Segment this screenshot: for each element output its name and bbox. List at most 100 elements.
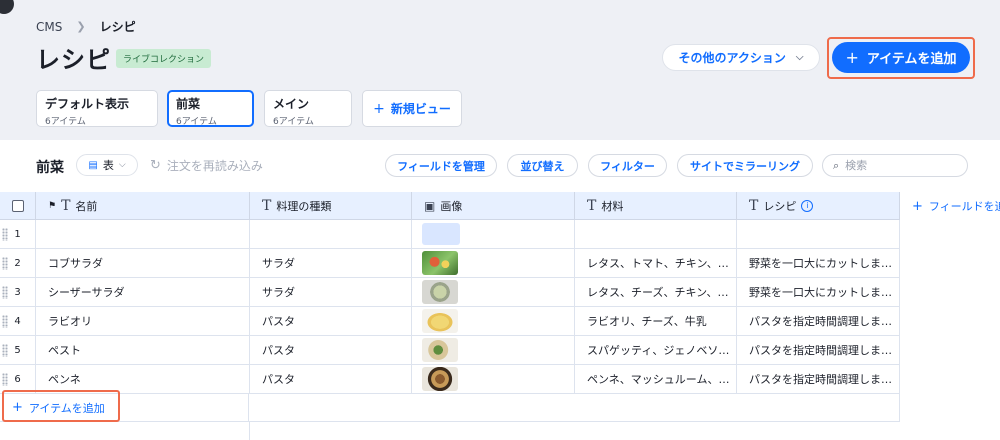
view-card-appetizer[interactable]: 前菜 6アイテム [167,90,254,127]
cell-name[interactable]: ペスト [36,336,250,365]
row-number: 1 [0,220,36,249]
image-icon: ▣ [424,198,436,213]
plus-icon: + [845,48,859,67]
column-header-recipe[interactable]: T レシピ i [737,192,900,220]
table-row[interactable]: 6 ペンネ パスタ ペンネ、マッシュルーム、… パスタを指定時間調理しま… [0,365,900,394]
new-view-button[interactable]: + 新規ビュー [362,90,462,127]
cell-type[interactable] [250,220,412,249]
plus-icon: + [373,100,385,117]
cell-name[interactable]: シーザーサラダ [36,278,250,307]
cell-recipe[interactable]: パスタを指定時間調理しま… [737,336,900,365]
cell-ingredients[interactable]: ペンネ、マッシュルーム、… [575,365,737,394]
cell-recipe[interactable]: パスタを指定時間調理しま… [737,307,900,336]
row-number: 2 [0,249,36,278]
text-type-icon: T [587,197,597,214]
cell-image[interactable] [412,278,575,307]
highlight-frame [2,390,120,422]
cell-ingredients[interactable]: ラビオリ、チーズ、牛乳 [575,307,737,336]
view-name: メイン [273,97,310,111]
table-row[interactable]: 3 シーザーサラダ サラダ レタス、チーズ、チキン、… 野菜を一口大にカットしま… [0,278,900,307]
refresh-icon: ↻ [150,158,161,173]
view-mode-dropdown[interactable]: ▤ 表 ⌵ [76,154,138,176]
cell-type[interactable]: パスタ [250,336,412,365]
filter-button[interactable]: フィルター [588,154,667,177]
manage-fields-button[interactable]: フィールドを管理 [385,154,497,177]
cell-type[interactable]: パスタ [250,307,412,336]
window-corner-dot [0,0,14,14]
column-header-name[interactable]: ⚑ T 名前 [36,192,250,220]
table-row[interactable]: 1 [0,220,900,249]
breadcrumb-root[interactable]: CMS [36,20,62,34]
search-input[interactable] [845,159,956,172]
view-card-default[interactable]: デフォルト表示 6アイテム [36,90,158,127]
row-number: 5 [0,336,36,365]
column-label: レシピ [763,199,797,213]
cell-type[interactable]: サラダ [250,249,412,278]
pesto-image [422,338,458,362]
search-box[interactable]: ⌕ [822,154,968,177]
cell-image[interactable] [412,365,575,394]
row-number: 4 [0,307,36,336]
chevron-right-icon: ❯ [76,20,86,33]
cell-type[interactable]: サラダ [250,278,412,307]
reload-label: 注文を再読み込み [166,159,263,173]
table-title: 前菜 [36,160,64,176]
column-header-ingredients[interactable]: T 材料 [575,192,737,220]
row-number: 3 [0,278,36,307]
more-actions-button[interactable]: その他のアクション ⌵ [662,44,820,71]
chevron-down-icon: ⌵ [118,160,126,170]
text-type-icon: T [61,197,71,214]
cell-name[interactable] [36,220,250,249]
plus-icon: + [912,198,923,214]
breadcrumb-current: レシピ [99,20,136,34]
column-header-type[interactable]: T 料理の種類 [250,192,412,220]
chevron-down-icon: ⌵ [795,52,804,63]
cell-image[interactable] [412,336,575,365]
select-all-checkbox[interactable] [11,199,24,212]
cell-recipe[interactable] [737,220,900,249]
cell-image[interactable] [412,249,575,278]
table-row[interactable]: 4 ラビオリ パスタ ラビオリ、チーズ、牛乳 パスタを指定時間調理しま… [0,307,900,336]
view-name: 前菜 [176,97,201,111]
add-item-button[interactable]: + アイテムを追加 [832,42,970,73]
text-type-icon: T [749,197,759,214]
table-row[interactable]: 2 コブサラダ サラダ レタス、トマト、チキン、… 野菜を一口大にカットしま… [0,249,900,278]
cell-recipe[interactable]: 野菜を一口大にカットしま… [737,278,900,307]
cell-name[interactable]: コブサラダ [36,249,250,278]
reload-order-button[interactable]: ↻ 注文を再読み込み [150,157,263,174]
cell-ingredients[interactable]: レタス、チーズ、チキン、… [575,278,737,307]
view-count: 6アイテム [176,117,217,127]
column-label: 名前 [75,199,98,213]
view-card-main[interactable]: メイン 6アイテム [264,90,352,127]
cell-recipe[interactable]: 野菜を一口大にカットしま… [737,249,900,278]
column-header-image[interactable]: ▣ 画像 [412,192,575,220]
table-icon: ▤ [88,159,98,171]
page-title: レシピ [36,46,111,74]
breadcrumb: CMS ❯ レシピ [36,18,136,35]
text-type-icon: T [262,197,272,214]
cell-type[interactable]: パスタ [250,365,412,394]
image-placeholder [422,223,460,245]
view-mode-label: 表 [102,159,114,172]
column-label: 画像 [440,199,463,213]
ravioli-image [422,309,458,333]
cell-ingredients[interactable] [575,220,737,249]
add-field-button[interactable]: + フィールドを追 [900,192,1000,220]
sort-button[interactable]: 並び替え [507,154,578,177]
view-count: 6アイテム [45,117,86,127]
cell-image[interactable] [412,220,575,249]
penne-image [422,367,458,391]
cell-ingredients[interactable]: スパゲッティ、ジェノベソ… [575,336,737,365]
mirror-on-site-button[interactable]: サイトでミラーリング [677,154,813,177]
table-row[interactable]: 5 ペスト パスタ スパゲッティ、ジェノベソ… パスタを指定時間調理しま… [0,336,900,365]
cell-ingredients[interactable]: レタス、トマト、チキン、… [575,249,737,278]
cell-image[interactable] [412,307,575,336]
info-icon[interactable]: i [801,199,814,212]
column-label: 材料 [601,199,624,213]
cell-recipe[interactable]: パスタを指定時間調理しま… [737,365,900,394]
new-view-label: 新規ビュー [390,102,451,116]
add-item-label: アイテムを追加 [866,52,957,67]
cobb-salad-image [422,251,458,275]
cell-name[interactable]: ラビオリ [36,307,250,336]
live-collection-badge: ライブコレクション [116,49,212,68]
